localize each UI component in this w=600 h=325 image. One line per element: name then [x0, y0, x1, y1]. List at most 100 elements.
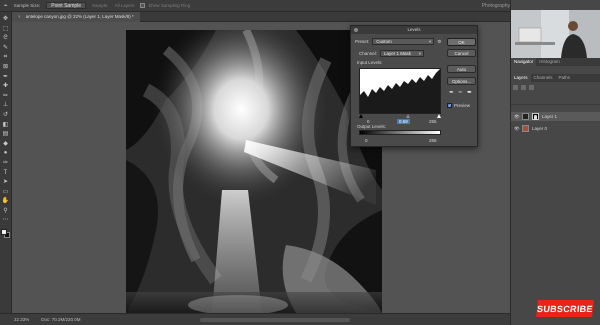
layer-name: Layer 0 [532, 126, 548, 131]
output-levels-gradient [359, 130, 441, 135]
output-levels-row: Output Levels: [357, 124, 386, 129]
layer-thumbnail [522, 125, 529, 132]
channel-dropdown[interactable]: Layer 1 Mask [380, 50, 425, 57]
horizontal-scrollbar[interactable] [200, 318, 350, 322]
dodge-icon[interactable]: ● [2, 149, 10, 157]
document-size-readout: Doc: 70.2M/220.0M [41, 317, 81, 322]
move-icon[interactable]: ✥ [2, 15, 10, 23]
layers-tabs: Layers Channels Paths [511, 74, 600, 82]
subscribe-button[interactable]: SUBSCRIBE [536, 300, 594, 317]
gray-point-eyedropper-icon[interactable]: ✒ [458, 89, 463, 96]
blur-icon[interactable]: ◆ [2, 140, 10, 148]
output-white-field[interactable]: 255 [429, 138, 437, 143]
input-black-slider[interactable] [359, 114, 363, 118]
black-point-eyedropper-icon[interactable]: ✒ [449, 89, 454, 96]
output-black-field[interactable]: 0 [365, 138, 368, 143]
lock-icon[interactable] [529, 85, 534, 90]
visibility-eye-icon[interactable]: 👁 [514, 114, 520, 120]
history-brush-icon[interactable]: ↺ [2, 111, 10, 119]
more-icon[interactable]: ⋯ [2, 216, 10, 224]
quick-select-icon[interactable]: ✎ [2, 44, 10, 52]
status-bar: 22.33% Doc: 70.2M/220.0M [0, 313, 510, 325]
layer-thumbnail [522, 113, 529, 120]
close-dialog-icon[interactable] [354, 28, 358, 32]
preset-dropdown[interactable]: Custom [372, 38, 435, 45]
white-point-eyedropper-icon[interactable]: ✒ [467, 89, 472, 96]
preview-option[interactable]: ✓ Preview [447, 103, 470, 108]
show-sampling-ring-checkbox[interactable] [140, 3, 146, 8]
frame-icon[interactable]: ⊠ [2, 63, 10, 71]
tab-channels[interactable]: Channels [531, 74, 556, 82]
eraser-icon[interactable]: ◧ [2, 121, 10, 129]
foreground-color-swatch[interactable] [0, 229, 7, 236]
input-white-slider[interactable] [437, 114, 441, 118]
zoom-icon[interactable]: ⚲ [2, 207, 10, 215]
input-gamma-slider[interactable] [406, 114, 410, 118]
path-select-icon[interactable]: ➤ [2, 178, 10, 186]
tab-layers[interactable]: Layers [511, 74, 531, 82]
document-tab[interactable]: × antelope canyon.jpg @ 22% (Layer 1, La… [12, 12, 140, 22]
gradient-icon[interactable]: ▤ [2, 130, 10, 138]
canyon-photo[interactable] [126, 30, 382, 313]
input-levels-row: Input Levels: [357, 60, 383, 65]
layer-row-layer-0[interactable]: 👁 Layer 0 [511, 124, 600, 133]
hand-icon[interactable]: ✋ [2, 197, 10, 205]
tab-paths[interactable]: Paths [556, 74, 574, 82]
preview-checkbox[interactable]: ✓ [447, 103, 452, 108]
blend-mode-icon[interactable] [521, 85, 526, 90]
brush-icon[interactable]: ✏ [2, 92, 10, 100]
input-gamma-field[interactable]: 0.69 [397, 119, 410, 124]
ok-button[interactable]: OK [447, 38, 476, 46]
preset-label: Preset: [355, 39, 370, 44]
stamp-icon[interactable]: ⊥ [2, 101, 10, 109]
right-panel-dock: Navigator Histogram Layers Channels Path… [510, 0, 600, 325]
filter-kind-icon[interactable] [513, 85, 518, 90]
lasso-icon[interactable]: ᘓ [2, 34, 10, 42]
tab-histogram[interactable]: Histogram [536, 58, 563, 66]
preset-row: Preset: Custom ⚙ [355, 38, 441, 45]
preview-label: Preview [454, 103, 471, 108]
type-icon[interactable]: T [2, 169, 10, 177]
color-swatches[interactable] [0, 229, 11, 239]
preset-options-gear-icon[interactable]: ⚙ [437, 39, 441, 45]
layers-panel-controls [511, 83, 600, 105]
visibility-eye-icon[interactable]: 👁 [514, 126, 520, 132]
document-title: antelope canyon.jpg @ 22% (Layer 1, Laye… [25, 14, 134, 19]
show-sampling-ring-label: Show Sampling Ring [148, 3, 191, 8]
sample-size-dropdown[interactable]: Point Sample [46, 2, 87, 9]
crop-icon[interactable]: ⌗ [2, 53, 10, 61]
layer-filter-icons [513, 85, 534, 90]
zoom-readout[interactable]: 22.33% [14, 317, 29, 322]
output-levels-label: Output Levels: [357, 124, 387, 129]
close-tab-icon[interactable]: × [18, 12, 21, 22]
healing-icon[interactable]: ✚ [2, 82, 10, 90]
show-sampling-ring-option[interactable]: Show Sampling Ring [140, 3, 190, 8]
channel-label: Channel: [359, 51, 378, 56]
canyon-photo-graphic [126, 30, 382, 313]
options-button[interactable]: Options... [447, 77, 476, 85]
layer-name: Layer 1 [542, 114, 558, 119]
tools-panel: ✥ ⬚ ᘓ ✎ ⌗ ⊠ ✒ ✚ ✏ ⊥ ↺ ◧ ▤ ◆ ● ✑ T ➤ ▭ ✋ … [0, 12, 12, 313]
input-white-field[interactable]: 255 [429, 119, 437, 124]
tab-navigator[interactable]: Navigator [511, 58, 537, 66]
presenter-video [511, 10, 600, 58]
input-levels-label: Input Levels: [357, 60, 383, 65]
sample-dropdown[interactable]: All Layers [115, 3, 135, 8]
layer-row-layer-1[interactable]: 👁 Layer 1 [511, 112, 600, 121]
levels-histogram [359, 68, 441, 114]
output-levels-values: 0 255 [359, 138, 441, 145]
cancel-button[interactable]: Cancel [447, 49, 476, 57]
auto-button[interactable]: Auto [447, 65, 476, 73]
eyedropper-tool-indicator[interactable]: ✒ [4, 3, 8, 9]
pen-icon[interactable]: ✑ [2, 159, 10, 167]
levels-titlebar[interactable]: Levels [351, 26, 477, 34]
marquee-icon[interactable]: ⬚ [2, 25, 10, 33]
document-tab-bar: × antelope canyon.jpg @ 22% (Layer 1, La… [12, 12, 510, 22]
layer-mask-thumbnail[interactable] [532, 113, 539, 120]
eyedropper-icon[interactable]: ✒ [2, 73, 10, 81]
presenter-webcam-overlay [511, 10, 600, 58]
navigator-tabs: Navigator Histogram [511, 58, 600, 66]
rectangle-icon[interactable]: ▭ [2, 188, 10, 196]
levels-title: Levels [407, 27, 421, 32]
workspace-switcher[interactable]: Photography [482, 3, 510, 9]
